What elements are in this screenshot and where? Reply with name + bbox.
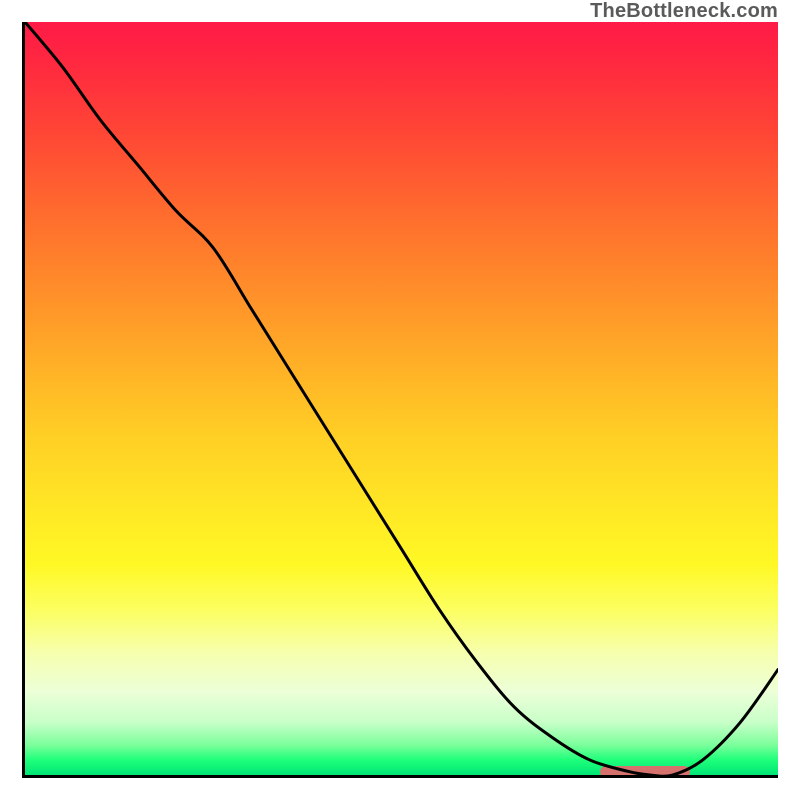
watermark-text: TheBottleneck.com [590, 0, 778, 23]
gradient-background [25, 22, 778, 775]
plot-area [22, 22, 778, 778]
chart-container: TheBottleneck.com [0, 0, 800, 800]
optimal-range-marker [600, 766, 691, 778]
